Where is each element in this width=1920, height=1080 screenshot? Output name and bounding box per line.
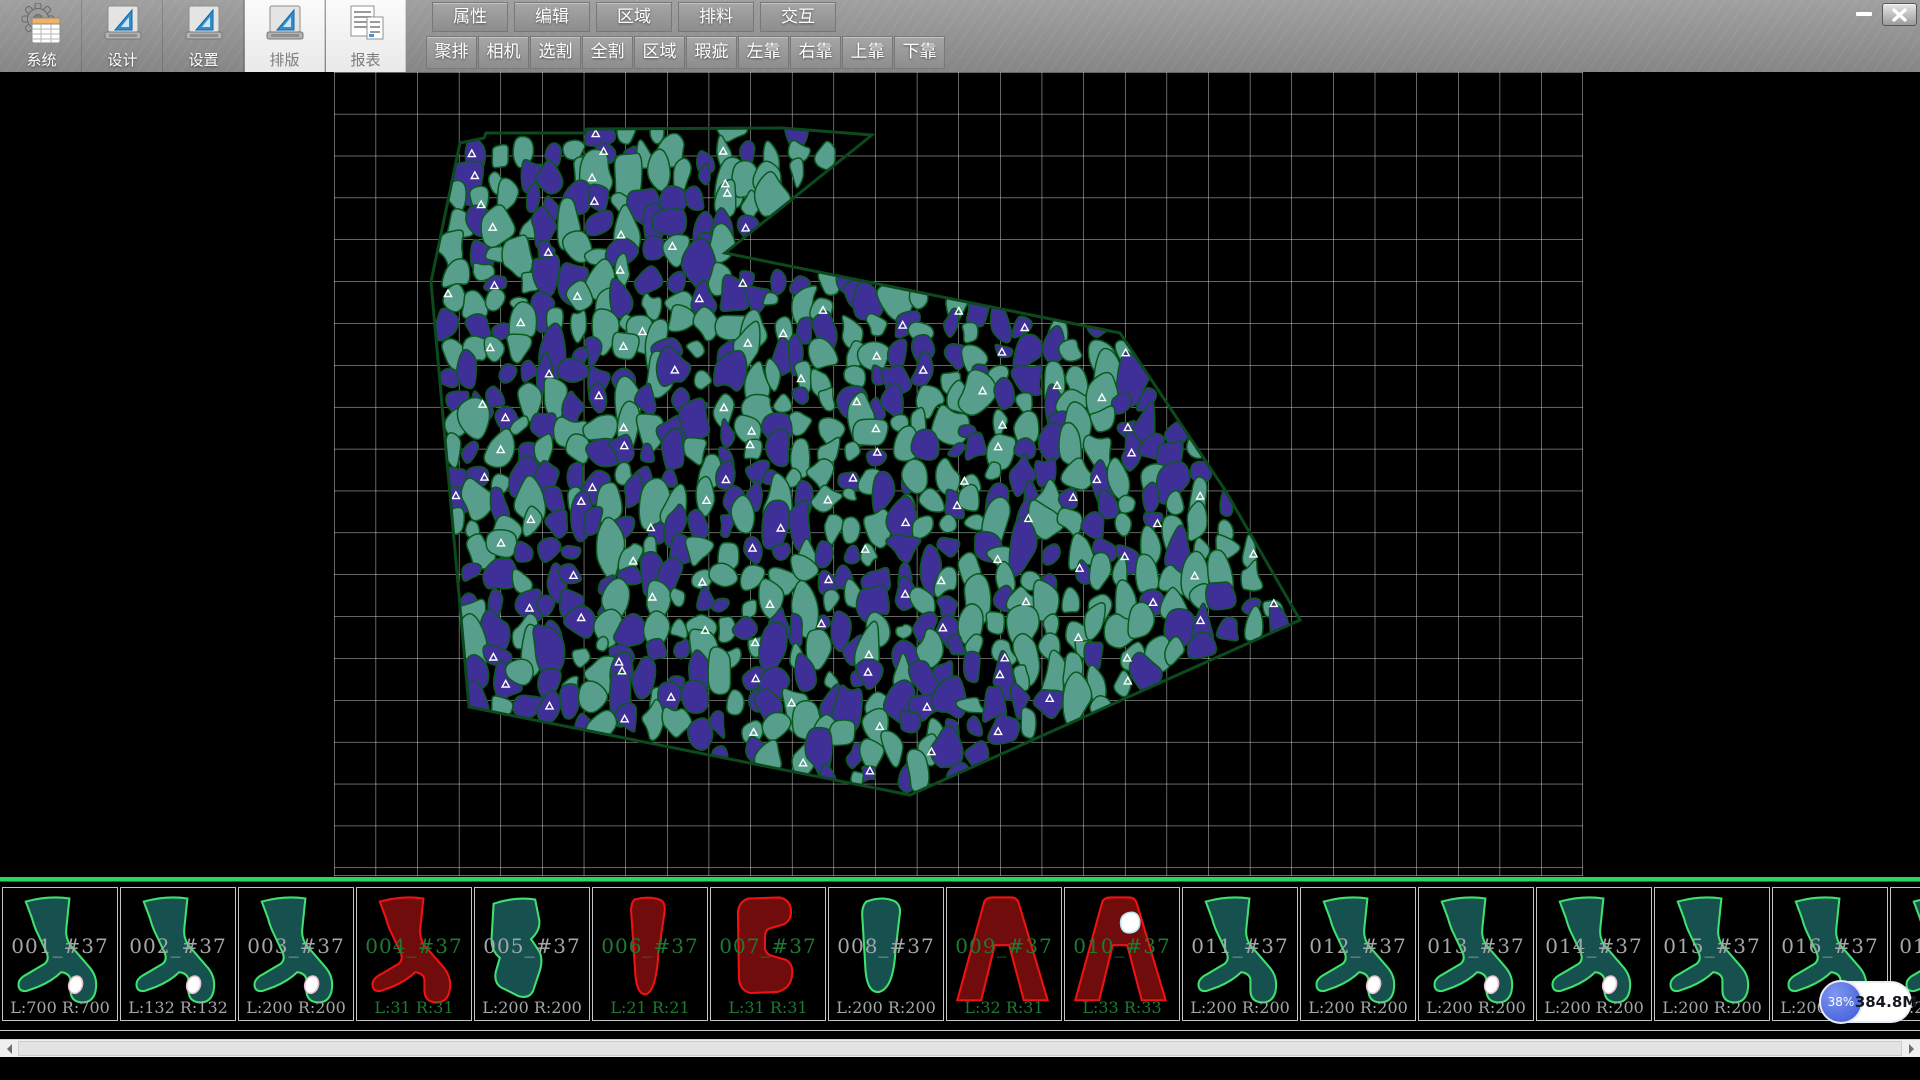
memory-size-label: 384.8M [1868, 983, 1904, 1021]
part-thumbnail-10[interactable]: 010_#37 L:33 R:33 [1064, 887, 1180, 1021]
part-id-label: 008_#37 [829, 934, 943, 958]
minimize-icon [1856, 11, 1872, 17]
toolbar-button-label: 排版 [245, 49, 324, 70]
menu-item-row1-2[interactable]: 编辑 [514, 2, 590, 32]
part-id-label: 005_#37 [475, 934, 589, 958]
progress-badge: 38% 384.8M [1822, 983, 1910, 1021]
menu-item-row2-8[interactable]: 右靠 [790, 36, 841, 69]
part-id-label: 002_#37 [121, 934, 235, 958]
part-lr-label: L:200 R:200 [475, 998, 589, 1017]
toolbar-button-label: 设置 [164, 49, 243, 70]
parts-list: 001_#37L:700 R:700002_#37L:132 R:132003_… [2, 887, 1920, 1021]
toolbar-button-label: 系统 [2, 49, 81, 70]
design-icon [100, 3, 146, 49]
part-lr-label: L:200 R:200 [1419, 998, 1533, 1017]
part-thumbnail-12[interactable]: 012_#37 L:200 R:200 [1300, 887, 1416, 1021]
parts-strip: 001_#37L:700 R:700002_#37L:132 R:132003_… [0, 877, 1920, 1031]
part-lr-label: L:32 R:31 [947, 998, 1061, 1017]
part-lr-label: L:200 R:200 [239, 998, 353, 1017]
menu-item-row2-1[interactable]: 聚排 [426, 36, 477, 69]
part-id-label: 013_#37 [1419, 934, 1533, 958]
part-id-label: 007_#37 [711, 934, 825, 958]
part-id-label: 010_#37 [1065, 934, 1179, 958]
part-id-label: 003_#37 [239, 934, 353, 958]
part-thumbnail-15[interactable]: 015_#37 L:200 R:200 [1654, 887, 1770, 1021]
scrollbar-thumb[interactable] [18, 1041, 1902, 1056]
right-arrow-icon [1909, 1044, 1919, 1054]
scroll-right-arrow[interactable] [1903, 1040, 1920, 1057]
part-thumbnail-1[interactable]: 001_#37 L:700 R:700 [2, 887, 118, 1021]
part-id-label: 006_#37 [593, 934, 707, 958]
part-id-label: 012_#37 [1301, 934, 1415, 958]
menu-item-row2-7[interactable]: 左靠 [738, 36, 789, 69]
report-icon [343, 3, 389, 49]
part-lr-label: L:132 R:132 [121, 998, 235, 1017]
part-id-label: 017_#37 [1891, 934, 1920, 958]
toolbar-button-4[interactable]: 排版 [245, 0, 325, 72]
part-lr-label: L:200 R:200 [1183, 998, 1297, 1017]
part-lr-label: L:31 R:31 [357, 998, 471, 1017]
part-thumbnail-7[interactable]: 007_#37 L:31 R:31 [710, 887, 826, 1021]
left-arrow-icon [2, 1044, 12, 1054]
part-thumbnail-8[interactable]: 008_#37 L:200 R:200 [828, 887, 944, 1021]
horizontal-scrollbar[interactable] [0, 1039, 1920, 1057]
menu-item-row2-2[interactable]: 相机 [478, 36, 529, 69]
part-id-label: 001_#37 [3, 934, 117, 958]
part-lr-label: L:200 R:200 [1655, 998, 1769, 1017]
toolbar-button-2[interactable]: 设计 [83, 0, 163, 72]
part-id-label: 011_#37 [1183, 934, 1297, 958]
progress-percent: 38% [1828, 995, 1855, 1009]
minimize-button[interactable] [1850, 4, 1878, 23]
toolbar-button-3[interactable]: 设置 [164, 0, 244, 72]
part-thumbnail-4[interactable]: 004_#37 L:31 R:31 [356, 887, 472, 1021]
scroll-left-arrow[interactable] [0, 1040, 17, 1057]
close-button[interactable] [1882, 3, 1917, 26]
menu-item-row2-4[interactable]: 全割 [582, 36, 633, 69]
part-lr-label: L:200 R:200 [829, 998, 943, 1017]
close-icon [1892, 8, 1907, 22]
part-thumbnail-6[interactable]: 006_#37 L:21 R:21 [592, 887, 708, 1021]
part-thumbnail-3[interactable]: 003_#37 L:200 R:200 [238, 887, 354, 1021]
part-id-label: 014_#37 [1537, 934, 1651, 958]
app-window: 系统设计设置排版报表 属性编辑区域排料交互聚排相机选割全割区域瑕疵左靠右靠上靠下… [0, 0, 1920, 1080]
nesting-canvas[interactable] [334, 72, 1583, 876]
part-thumbnail-13[interactable]: 013_#37 L:200 R:200 [1418, 887, 1534, 1021]
top-toolbar: 系统设计设置排版报表 属性编辑区域排料交互聚排相机选割全割区域瑕疵左靠右靠上靠下… [0, 0, 1920, 73]
part-id-label: 016_#37 [1773, 934, 1887, 958]
menu-item-row2-6[interactable]: 瑕疵 [686, 36, 737, 69]
menu-item-row1-5[interactable]: 交互 [760, 2, 836, 32]
toolbar-button-label: 报表 [326, 49, 405, 70]
part-lr-label: L:200 R:200 [1537, 998, 1651, 1017]
part-id-label: 009_#37 [947, 934, 1061, 958]
nesting-icon [262, 3, 308, 49]
menu-item-row2-3[interactable]: 选割 [530, 36, 581, 69]
part-lr-label: L:33 R:33 [1065, 998, 1179, 1017]
part-thumbnail-2[interactable]: 002_#37 L:132 R:132 [120, 887, 236, 1021]
nesting-canvas-area[interactable] [0, 72, 1920, 878]
menu-item-row2-10[interactable]: 下靠 [894, 36, 945, 69]
part-id-label: 004_#37 [357, 934, 471, 958]
part-lr-label: L:200 R:200 [1301, 998, 1415, 1017]
part-thumbnail-11[interactable]: 011_#37 L:200 R:200 [1182, 887, 1298, 1021]
part-thumbnail-9[interactable]: 009_#37 L:32 R:31 [946, 887, 1062, 1021]
part-id-label: 015_#37 [1655, 934, 1769, 958]
menu-item-row1-3[interactable]: 区域 [596, 2, 672, 32]
part-lr-label: L:700 R:700 [3, 998, 117, 1017]
part-lr-label: L:21 R:21 [593, 998, 707, 1017]
settings-icon [181, 3, 227, 49]
part-thumbnail-5[interactable]: 005_#37 L:200 R:200 [474, 887, 590, 1021]
system-gear-icon [19, 3, 65, 49]
toolbar-button-1[interactable]: 系统 [2, 0, 82, 72]
toolbar-button-5[interactable]: 报表 [326, 0, 406, 72]
menu-item-row2-5[interactable]: 区域 [634, 36, 685, 69]
menu-item-row1-1[interactable]: 属性 [432, 2, 508, 32]
menu-item-row1-4[interactable]: 排料 [678, 2, 754, 32]
part-thumbnail-14[interactable]: 014_#37 L:200 R:200 [1536, 887, 1652, 1021]
menu-item-row2-9[interactable]: 上靠 [842, 36, 893, 69]
toolbar-button-label: 设计 [83, 49, 162, 70]
part-lr-label: L:31 R:31 [711, 998, 825, 1017]
